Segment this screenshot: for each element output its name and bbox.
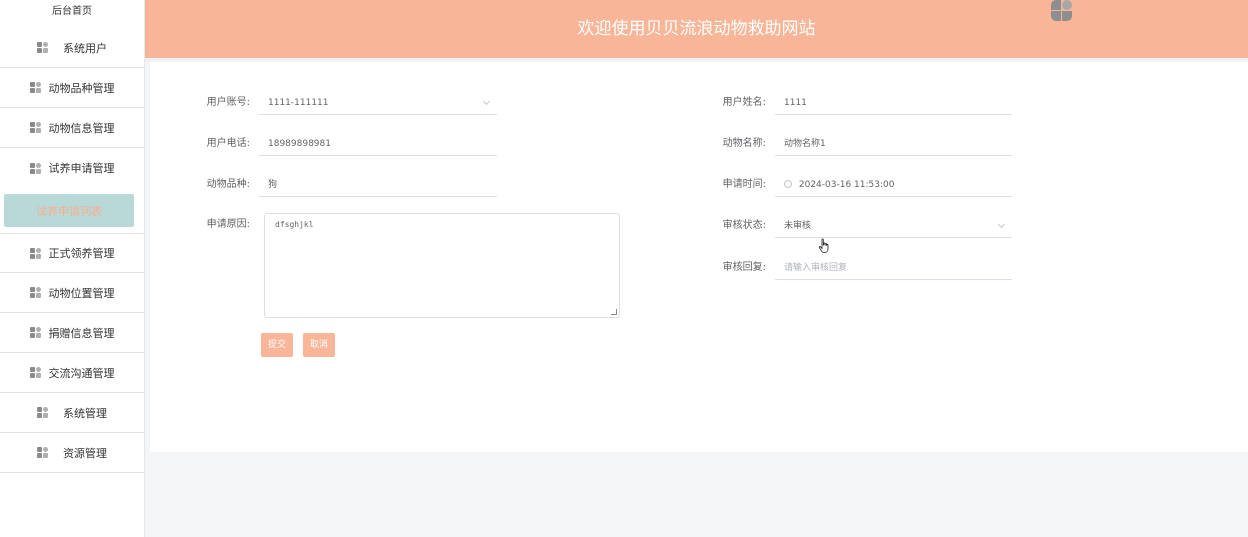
review-reply-input[interactable]: 请输入审核回复	[775, 256, 1012, 280]
sidebar-item-system-management[interactable]: 系统管理	[0, 393, 144, 433]
menu-grid-icon	[29, 287, 43, 298]
chevron-down-icon	[997, 220, 1006, 229]
user-name-label: 用户姓名:	[722, 97, 766, 108]
menu-grid-icon	[29, 122, 43, 133]
sidebar-item-label: 动物信息管理	[48, 121, 115, 135]
user-avatar-icon[interactable]	[1051, 0, 1073, 22]
sidebar-item-label: 动物品种管理	[48, 81, 115, 95]
sidebar-item-label: 试养申请管理	[48, 162, 115, 175]
form-row-apply-time: 申请时间: 2024-03-16 11:53:00	[706, 173, 1012, 197]
form-row-user-phone: 用户电话: 18989898981	[190, 132, 497, 156]
form-row-user-name: 用户姓名: 1111	[706, 91, 1012, 115]
sidebar-item-label: 动物位置管理	[48, 286, 115, 300]
sidebar-item-label: 资源管理	[63, 446, 107, 460]
form-row-review-reply: 审核回复: 请输入审核回复	[706, 256, 1012, 280]
menu-grid-icon	[37, 42, 50, 53]
cancel-button[interactable]: 取消	[303, 333, 335, 357]
submit-button[interactable]: 提交	[261, 333, 293, 357]
menu-grid-icon	[37, 407, 50, 418]
user-phone-value: 18989898981	[268, 139, 331, 149]
sidebar-item-label: 系统用户	[63, 41, 107, 55]
sidebar-item-communication-management[interactable]: 交流沟通管理	[0, 353, 144, 393]
form-row-user-account: 用户账号: 1111-111111	[190, 91, 497, 115]
animal-breed-label: 动物品种:	[206, 179, 250, 190]
user-account-select[interactable]: 1111-111111	[259, 91, 497, 115]
animal-name-label: 动物名称:	[722, 138, 766, 149]
sidebar-item-formal-adoption-management[interactable]: 正式领养管理	[0, 233, 144, 273]
review-reply-placeholder: 请输入审核回复	[784, 263, 848, 273]
sidebar-item-animal-info-management[interactable]: 动物信息管理	[0, 108, 144, 148]
menu-grid-icon	[29, 162, 43, 174]
sidebar-item-trial-application-management[interactable]: 试养申请管理	[0, 148, 144, 188]
sidebar-item-breed-management[interactable]: 动物品种管理	[0, 68, 144, 108]
user-phone-label: 用户电话:	[206, 138, 250, 149]
menu-grid-icon	[29, 247, 43, 259]
sidebar-item-label: 系统管理	[63, 406, 107, 420]
apply-reason-value: dfsghjkl	[275, 220, 314, 229]
menu-grid-icon	[29, 367, 43, 378]
review-reply-label: 审核回复:	[722, 262, 766, 273]
review-status-value: 未审核	[784, 221, 812, 231]
menu-grid-icon	[37, 447, 50, 458]
form-row-animal-name: 动物名称: 动物名称1	[706, 132, 1012, 156]
review-status-select[interactable]: 未审核	[775, 214, 1012, 238]
clock-icon	[784, 180, 792, 188]
resize-handle-icon[interactable]	[611, 309, 617, 315]
sidebar-item-label: 交流沟通管理	[48, 366, 115, 380]
animal-name-value: 动物名称1	[784, 139, 826, 149]
user-name-input[interactable]: 1111	[775, 91, 1012, 115]
sidebar: 后台首页 系统用户 动物品种管理 动物信息管理 试养申请管理 试养申请列表 正式…	[0, 0, 145, 537]
sidebar-subitem-trial-application-list[interactable]: 试养申请列表	[4, 194, 134, 227]
sidebar-item-label: 正式领养管理	[48, 247, 115, 260]
apply-reason-textarea[interactable]: dfsghjkl	[264, 213, 620, 318]
apply-time-value: 2024-03-16 11:53:00	[798, 180, 895, 190]
animal-name-input[interactable]: 动物名称1	[775, 132, 1012, 156]
sidebar-item-label: 捐赠信息管理	[48, 326, 115, 340]
menu-grid-icon	[29, 82, 43, 93]
form-row-animal-breed: 动物品种: 狗	[190, 173, 497, 197]
user-phone-input[interactable]: 18989898981	[259, 132, 497, 156]
sidebar-item-system-users[interactable]: 系统用户	[0, 28, 144, 68]
form-row-apply-reason: 申请原因: dfsghjkl	[190, 213, 620, 318]
sidebar-home-link[interactable]: 后台首页	[0, 0, 144, 28]
sidebar-item-resource-management[interactable]: 资源管理	[0, 433, 144, 473]
top-header: 欢迎使用贝贝流浪动物救助网站	[145, 0, 1248, 58]
form-row-review-status: 审核状态: 未审核	[706, 214, 1012, 238]
page-title: 欢迎使用贝贝流浪动物救助网站	[577, 19, 816, 39]
menu-grid-icon	[29, 327, 43, 338]
apply-time-label: 申请时间:	[722, 179, 766, 190]
review-status-label: 审核状态:	[722, 220, 766, 231]
apply-time-picker[interactable]: 2024-03-16 11:53:00	[775, 173, 1012, 197]
sidebar-item-donation-management[interactable]: 捐赠信息管理	[0, 313, 144, 353]
user-account-label: 用户账号:	[206, 97, 250, 108]
sidebar-item-animal-location-management[interactable]: 动物位置管理	[0, 273, 144, 313]
user-account-value: 1111-111111	[268, 98, 329, 108]
user-name-value: 1111	[784, 98, 807, 108]
animal-breed-input[interactable]: 狗	[259, 173, 497, 197]
form-panel: 用户账号: 1111-111111 用户电话: 18989898981 动物品种…	[150, 62, 1248, 452]
hand-pointer-icon	[818, 238, 829, 253]
animal-breed-value: 狗	[268, 180, 278, 190]
sidebar-subitem-label: 试养申请列表	[36, 204, 102, 218]
chevron-down-icon	[482, 97, 491, 106]
apply-reason-label: 申请原因:	[206, 219, 250, 230]
